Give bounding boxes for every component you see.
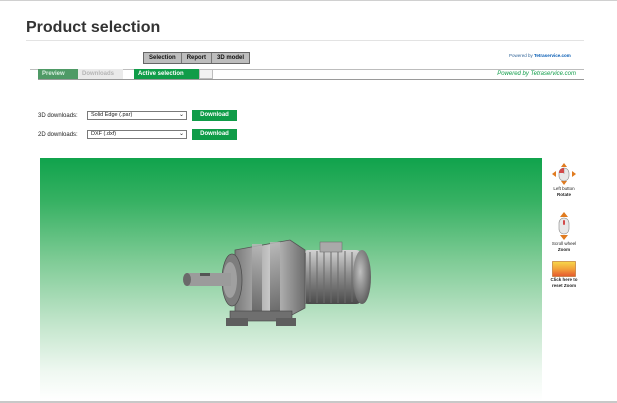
reset-zoom-text: Click here to reset Zoom xyxy=(544,277,584,289)
download-2d-format-select[interactable]: DXF (.dxf) ⌄ xyxy=(87,130,187,139)
powered-by-link[interactable]: Powered by Tetraservice.com xyxy=(497,71,576,77)
tab-3d-model[interactable]: 3D model xyxy=(212,53,249,63)
rotate-hint: Left button Rotate xyxy=(544,162,584,198)
zoom-hint: Scroll wheel Zoom xyxy=(544,211,584,253)
tab-blank[interactable] xyxy=(199,69,213,79)
tab-strip: Preview Downloads Active selection Power… xyxy=(30,69,584,80)
rotate-hint-line1: Left button xyxy=(553,186,575,191)
mouse-rotate-icon xyxy=(552,163,576,185)
reset-zoom-button[interactable]: Click here to reset Zoom xyxy=(544,261,584,289)
download-3d-button[interactable]: Download xyxy=(192,110,237,121)
view-tabs: Selection Report 3D model xyxy=(143,52,251,64)
zoom-hint-line2: Zoom xyxy=(557,247,571,252)
page-title: Product selection xyxy=(26,19,161,36)
tab-active-selection[interactable]: Active selection xyxy=(134,69,199,79)
tab-preview[interactable]: Preview xyxy=(38,69,78,79)
tab-report[interactable]: Report xyxy=(182,53,213,63)
zoom-hint-line1: Scroll wheel xyxy=(551,241,577,246)
download-row-2d: 2D downloads: DXF (.dxf) ⌄ Download xyxy=(38,129,237,140)
mouse-scroll-icon xyxy=(558,212,570,240)
download-2d-button[interactable]: Download xyxy=(192,129,237,140)
reset-zoom-line2: reset Zoom xyxy=(551,283,577,288)
3d-model-viewer[interactable] xyxy=(40,158,542,401)
powered-by-link-top[interactable]: Powered by Tetraservice.com xyxy=(509,53,571,58)
download-row-3d: 3D downloads: Solid Edge (.par) ⌄ Downlo… xyxy=(38,110,237,121)
gear-motor-model xyxy=(183,239,371,326)
tab-downloads[interactable]: Downloads xyxy=(78,69,123,79)
download-3d-label: 3D downloads: xyxy=(38,112,78,119)
zoom-hint-text: Scroll wheel Zoom xyxy=(544,241,584,253)
chevron-down-icon: ⌄ xyxy=(178,131,184,137)
tab-selection[interactable]: Selection xyxy=(144,53,182,63)
download-3d-format-select[interactable]: Solid Edge (.par) ⌄ xyxy=(87,111,187,120)
chevron-down-icon: ⌄ xyxy=(178,112,184,118)
rotate-hint-line2: Rotate xyxy=(556,192,571,197)
reset-zoom-icon xyxy=(552,261,576,277)
download-2d-label: 2D downloads: xyxy=(38,131,78,138)
top-border xyxy=(0,0,617,1)
title-divider xyxy=(26,40,584,41)
powered-by-brand: Tetraservice.com xyxy=(534,53,571,58)
download-2d-selected: DXF (.dxf) xyxy=(91,131,117,137)
download-3d-selected: Solid Edge (.par) xyxy=(91,112,133,118)
powered-by-prefix: Powered by xyxy=(509,53,535,58)
rotate-hint-text: Left button Rotate xyxy=(544,186,584,198)
